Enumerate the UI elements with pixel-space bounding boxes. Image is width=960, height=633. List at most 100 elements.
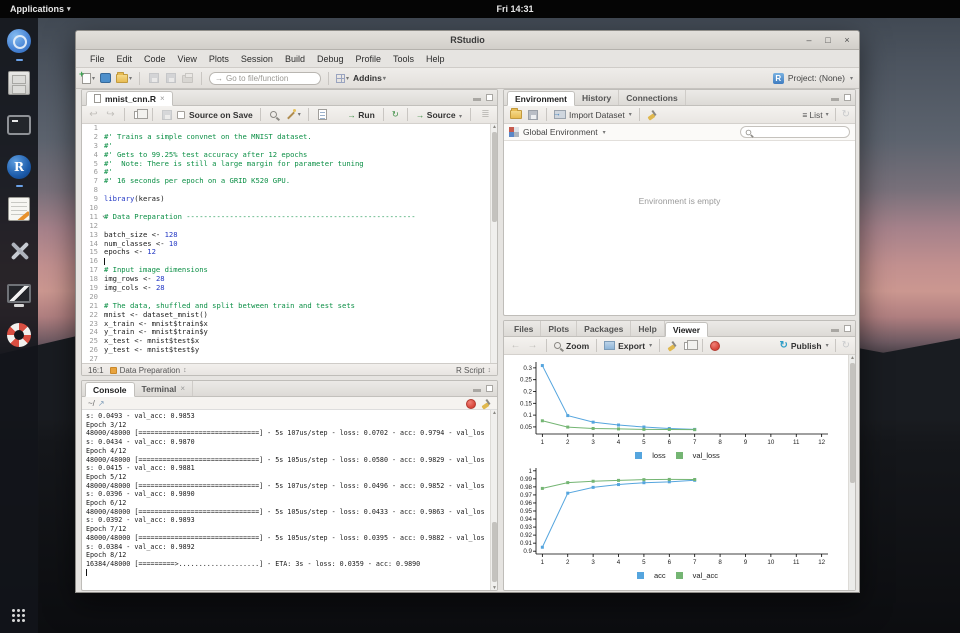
env-tab-history[interactable]: History [575, 90, 619, 105]
dock-item-file-manager[interactable] [4, 68, 34, 98]
minimize-pane-icon[interactable] [473, 389, 481, 392]
dock-item-text-editor[interactable] [4, 194, 34, 224]
minimize-icon[interactable]: – [803, 34, 815, 46]
clear-viewer-icon[interactable] [667, 340, 678, 351]
console-tab-terminal[interactable]: Terminal× [135, 381, 193, 396]
clear-console-icon[interactable] [481, 398, 492, 409]
dock-item-tools[interactable] [4, 236, 34, 266]
file-type-selector[interactable]: R Script↕ [456, 366, 491, 375]
compile-report-icon[interactable] [316, 108, 329, 122]
rerun-icon[interactable]: ↻ [392, 109, 399, 120]
back-icon[interactable]: ← [509, 339, 522, 353]
close-tab-icon[interactable]: × [180, 384, 185, 393]
scroll-up-icon[interactable]: ▲ [491, 124, 497, 131]
new-file-button[interactable]: ▾ [82, 71, 95, 85]
env-tab-environment[interactable]: Environment [507, 91, 575, 106]
clear-environment-icon[interactable] [647, 109, 658, 120]
maximize-icon[interactable]: □ [822, 34, 834, 46]
viewer-tab-plots[interactable]: Plots [541, 321, 577, 336]
outline-icon[interactable]: ≣ [479, 108, 492, 122]
dock-item-chromium[interactable] [4, 26, 34, 56]
code-tools-icon[interactable]: ▾ [285, 108, 301, 122]
menu-tools[interactable]: Tools [387, 54, 420, 64]
close-icon[interactable]: × [841, 34, 853, 46]
viewer-tab-files[interactable]: Files [507, 321, 541, 336]
scrollbar-thumb[interactable] [492, 522, 497, 582]
minimize-pane-icon[interactable] [831, 329, 839, 332]
menu-session[interactable]: Session [235, 54, 279, 64]
load-workspace-icon[interactable] [509, 108, 522, 122]
interrupt-icon[interactable] [466, 399, 476, 409]
console-tab-console[interactable]: Console [85, 382, 135, 397]
maximize-pane-icon[interactable] [844, 325, 851, 332]
minimize-pane-icon[interactable] [831, 98, 839, 101]
env-tab-connections[interactable]: Connections [619, 90, 685, 105]
publish-button[interactable]: Publish [791, 341, 822, 351]
viewer-tab-viewer[interactable]: Viewer [665, 322, 708, 337]
scrollbar-thumb[interactable] [850, 363, 855, 483]
forward-icon[interactable]: ↪ [104, 108, 117, 122]
menu-build[interactable]: Build [279, 54, 311, 64]
save-workspace-icon[interactable] [526, 108, 539, 122]
refresh-icon[interactable]: ↻ [842, 340, 850, 351]
menu-profile[interactable]: Profile [350, 54, 388, 64]
refresh-icon[interactable]: ↻ [842, 109, 850, 120]
dock-item-rstudio[interactable]: R [4, 152, 34, 182]
menu-view[interactable]: View [172, 54, 203, 64]
forward-icon[interactable]: → [526, 339, 539, 353]
menu-file[interactable]: File [84, 54, 111, 64]
print-button[interactable] [181, 71, 194, 85]
menu-plots[interactable]: Plots [203, 54, 235, 64]
open-dir-icon[interactable]: ↗ [98, 399, 105, 408]
code-editor[interactable]: 12#' Trains a simple convnet on the MNIS… [82, 124, 497, 363]
viewer-tab-packages[interactable]: Packages [577, 321, 631, 336]
open-file-button[interactable]: ▾ [116, 71, 132, 85]
scroll-up-icon[interactable]: ▲ [491, 410, 497, 417]
export-button[interactable]: Export▾ [604, 341, 652, 351]
viewer-tab-help[interactable]: Help [631, 321, 664, 336]
addins-menu[interactable]: Addins▾ [353, 71, 386, 85]
dock-item-help[interactable] [4, 320, 34, 350]
menu-debug[interactable]: Debug [311, 54, 350, 64]
menu-code[interactable]: Code [138, 54, 172, 64]
environment-scope-selector[interactable]: Global Environment [523, 127, 598, 137]
stop-icon[interactable] [710, 341, 720, 351]
dock-item-terminal[interactable] [4, 110, 34, 140]
save-icon[interactable] [160, 108, 173, 122]
minimize-pane-icon[interactable] [473, 98, 481, 101]
source-button[interactable]: → Source ▾ [416, 110, 462, 120]
import-dataset-button[interactable]: Import Dataset▾ [554, 110, 632, 120]
console-output[interactable]: s: 0.0493 - val_acc: 0.9853Epoch 3/12480… [82, 410, 497, 591]
editor-scrollbar[interactable]: ▲ [490, 124, 497, 363]
zoom-button[interactable]: Zoom [554, 341, 589, 351]
fold-icon[interactable]: ▾ [102, 213, 105, 222]
scope-selector[interactable]: Data Preparation↕ [110, 366, 187, 375]
tab-mnist-cnn[interactable]: mnist_cnn.R× [86, 91, 173, 106]
goto-file-input[interactable]: → Go to file/function [209, 72, 321, 85]
environment-search-input[interactable] [740, 126, 850, 138]
show-applications-button[interactable] [12, 609, 26, 623]
menu-help[interactable]: Help [420, 54, 451, 64]
console-scrollbar[interactable]: ▲ ▼ [490, 410, 497, 591]
scroll-up-icon[interactable]: ▲ [849, 355, 855, 362]
dock-item-display[interactable] [4, 278, 34, 308]
scrollbar-thumb[interactable] [492, 132, 497, 222]
window-title-bar[interactable]: RStudio – □ × [76, 31, 859, 50]
find-icon[interactable] [268, 108, 281, 122]
viewer-scrollbar[interactable]: ▲ [848, 355, 855, 591]
close-tab-icon[interactable]: × [160, 94, 165, 103]
list-view-selector[interactable]: ≡ List▾ [802, 110, 828, 120]
maximize-pane-icon[interactable] [844, 94, 851, 101]
scroll-down-icon[interactable]: ▼ [491, 585, 497, 591]
back-icon[interactable]: ↩ [87, 108, 100, 122]
panes-grid-button[interactable]: ▾ [336, 71, 349, 85]
project-menu[interactable]: Project: (None) [788, 73, 845, 83]
popout-icon[interactable] [132, 108, 145, 122]
save-all-button[interactable] [164, 71, 177, 85]
maximize-pane-icon[interactable] [486, 94, 493, 101]
run-button[interactable]: → Run [347, 110, 374, 120]
save-button[interactable] [147, 71, 160, 85]
new-project-button[interactable] [99, 71, 112, 85]
source-on-save-checkbox[interactable] [177, 111, 185, 119]
menu-edit[interactable]: Edit [111, 54, 139, 64]
